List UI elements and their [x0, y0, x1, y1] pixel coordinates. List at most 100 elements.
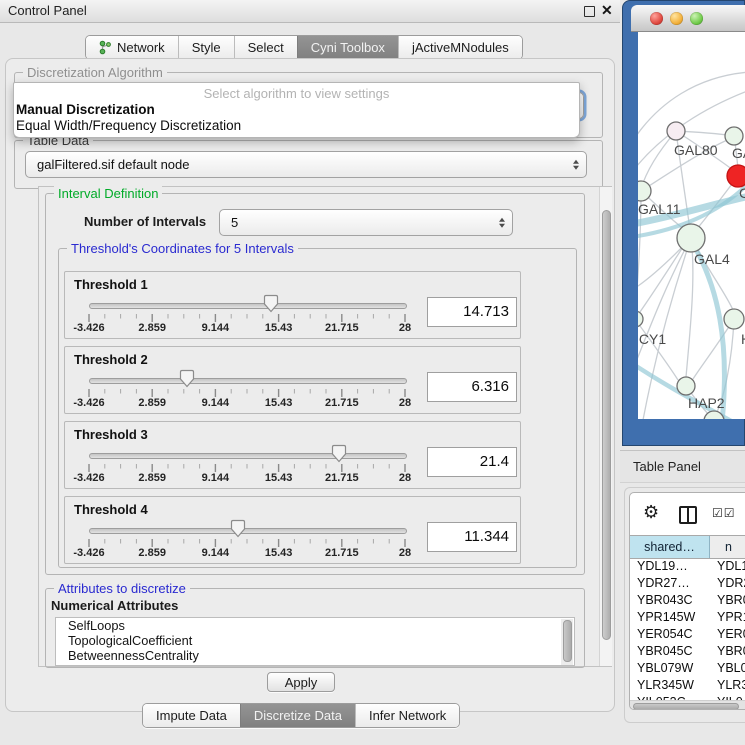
column-header-shared-name[interactable]: shared… — [630, 536, 710, 558]
tab-label: Infer Network — [369, 708, 446, 723]
slider-thumb[interactable] — [263, 294, 279, 313]
column-header-name[interactable]: n — [710, 536, 745, 558]
network-window[interactable]: GAL80GACGAL11GAL4GCY1HHAP2 — [622, 0, 745, 446]
slider-track[interactable] — [89, 528, 407, 534]
network-node-ga[interactable] — [725, 127, 743, 145]
table-row[interactable]: YPR145WYPR1 — [630, 610, 745, 627]
attribute-item-topologicalcoefficient[interactable]: TopologicalCoefficient — [56, 633, 574, 648]
network-node-gal4[interactable] — [677, 224, 705, 252]
select-columns-icon[interactable]: ☑☑ — [712, 506, 736, 520]
minimize-traffic-light-icon[interactable] — [670, 12, 683, 25]
attribute-item-betweennesscentrality[interactable]: BetweennessCentrality — [56, 648, 574, 663]
slider-thumb[interactable] — [331, 444, 347, 463]
algorithm-option-equal-width-frequency-discretization[interactable]: Equal Width/Frequency Discretization — [14, 118, 579, 134]
cell-shared-name: YLR345W — [630, 678, 709, 695]
table-row[interactable]: YER054CYER0 — [630, 627, 745, 644]
algorithm-option-manual-discretization[interactable]: Manual Discretization — [14, 102, 579, 118]
tab-cyni-toolbox[interactable]: Cyni Toolbox — [297, 36, 398, 59]
threshold-panel-3: Threshold 3-3.4262.8599.14415.4321.71528… — [64, 421, 521, 489]
float-window-icon[interactable] — [584, 6, 595, 17]
combo-stepper-icon — [499, 217, 505, 228]
algorithm-group-title: Discretization Algorithm — [23, 65, 167, 80]
cell-shared-name: YBL079W — [630, 661, 709, 678]
tab-label: Style — [192, 40, 221, 55]
table-row[interactable]: YBL079WYBL0 — [630, 661, 745, 678]
network-node-c[interactable] — [727, 165, 745, 187]
tab-label: Network — [117, 40, 165, 55]
cell-shared-name: YER054C — [630, 627, 709, 644]
cell-name: YBR0 — [709, 593, 745, 610]
table-row[interactable]: YLR345WYLR3 — [630, 678, 745, 695]
attribute-item-selfloops[interactable]: SelfLoops — [56, 618, 574, 633]
network-icon — [99, 40, 112, 55]
network-node-h[interactable] — [724, 309, 744, 329]
slider-tick-label: -3.426 — [63, 397, 115, 409]
vertical-scrollbar-thumb[interactable] — [602, 210, 611, 640]
gear-icon[interactable]: ⚙ — [643, 502, 659, 523]
network-node-gal80[interactable] — [667, 122, 685, 140]
threshold-value-field[interactable]: 14.713 — [427, 297, 517, 327]
horizontal-scrollbar-thumb[interactable] — [633, 703, 739, 710]
table-toolbar: ⚙ ☑☑ — [630, 493, 745, 535]
slider-thumb[interactable] — [230, 519, 246, 538]
slider-track[interactable] — [89, 303, 407, 309]
tab-network[interactable]: Network — [86, 36, 178, 59]
screen: Control Panel ✕ NetworkStyleSelectCyni T… — [0, 0, 745, 745]
table-row[interactable]: YBR045CYBR0 — [630, 644, 745, 661]
cell-shared-name: YDR27… — [630, 576, 709, 593]
tab-select[interactable]: Select — [234, 36, 297, 59]
close-traffic-light-icon[interactable] — [650, 12, 663, 25]
tab-impute-data[interactable]: Impute Data — [143, 704, 240, 727]
cell-name: YBR0 — [709, 644, 745, 661]
network-window-titlebar[interactable] — [631, 5, 745, 32]
tab-label: Cyni Toolbox — [311, 40, 385, 55]
threshold-value-field[interactable]: 21.4 — [427, 447, 517, 477]
threshold-value-field[interactable]: 11.344 — [427, 522, 517, 552]
slider-tick-label: 15.43 — [253, 472, 305, 484]
network-node-label: GAL11 — [638, 201, 681, 217]
attributes-list[interactable]: SelfLoopsTopologicalCoefficientBetweenne… — [55, 617, 575, 666]
algorithm-dropdown-popup: Select algorithm to view settings Manual… — [13, 82, 580, 138]
cell-shared-name: YPR145W — [630, 610, 709, 627]
threshold-value-field[interactable]: 6.316 — [427, 372, 517, 402]
table-data-combo[interactable]: galFiltered.sif default node — [25, 151, 587, 178]
cell-name: YLR3 — [709, 678, 745, 695]
slider-tick-label: 28 — [379, 472, 431, 484]
vertical-scrollbar[interactable] — [599, 187, 612, 666]
attributes-scrollbar[interactable] — [561, 619, 573, 665]
num-intervals-value: 5 — [231, 215, 238, 230]
tab-label: jActiveMNodules — [412, 40, 509, 55]
slider-tick-label: 9.144 — [189, 322, 241, 334]
network-node-gcy1[interactable] — [638, 311, 643, 327]
slider-tick-label: 2.859 — [126, 472, 178, 484]
network-node-label: GAL80 — [674, 142, 718, 158]
apply-button[interactable]: Apply — [267, 672, 335, 692]
threshold-label: Threshold 3 — [74, 427, 148, 442]
popup-placeholder: Select algorithm to view settings — [14, 86, 579, 102]
network-node-label: GCY1 — [638, 331, 666, 347]
table-row[interactable]: YBR043CYBR0 — [630, 593, 745, 610]
slider-tick-label: 9.144 — [189, 397, 241, 409]
table-row[interactable]: YDL19…YDL1 — [630, 559, 745, 576]
attributes-scrollbar-thumb[interactable] — [563, 620, 572, 662]
network-node-label: HAP2 — [688, 395, 725, 411]
zoom-traffic-light-icon[interactable] — [690, 12, 703, 25]
cell-shared-name: YBR045C — [630, 644, 709, 661]
close-icon[interactable]: ✕ — [601, 2, 613, 19]
tab-style[interactable]: Style — [178, 36, 234, 59]
num-intervals-combo[interactable]: 5 — [219, 209, 513, 236]
slider-tick-label: 28 — [379, 322, 431, 334]
slider-track[interactable] — [89, 453, 407, 459]
network-canvas[interactable]: GAL80GACGAL11GAL4GCY1HHAP2 — [638, 32, 745, 419]
table-panel-title: Table Panel — [633, 459, 701, 474]
tab-discretize-data[interactable]: Discretize Data — [240, 704, 355, 727]
table-row[interactable]: YDR27…YDR2 — [630, 576, 745, 593]
horizontal-scrollbar[interactable] — [630, 700, 745, 710]
num-intervals-label: Number of Intervals — [84, 214, 206, 229]
column-layout-icon[interactable] — [679, 506, 697, 524]
network-node-hap2[interactable] — [677, 377, 695, 395]
tab-infer-network[interactable]: Infer Network — [355, 704, 459, 727]
slider-track[interactable] — [89, 378, 407, 384]
tab-jactivemnodules[interactable]: jActiveMNodules — [398, 36, 522, 59]
slider-thumb[interactable] — [179, 369, 195, 388]
